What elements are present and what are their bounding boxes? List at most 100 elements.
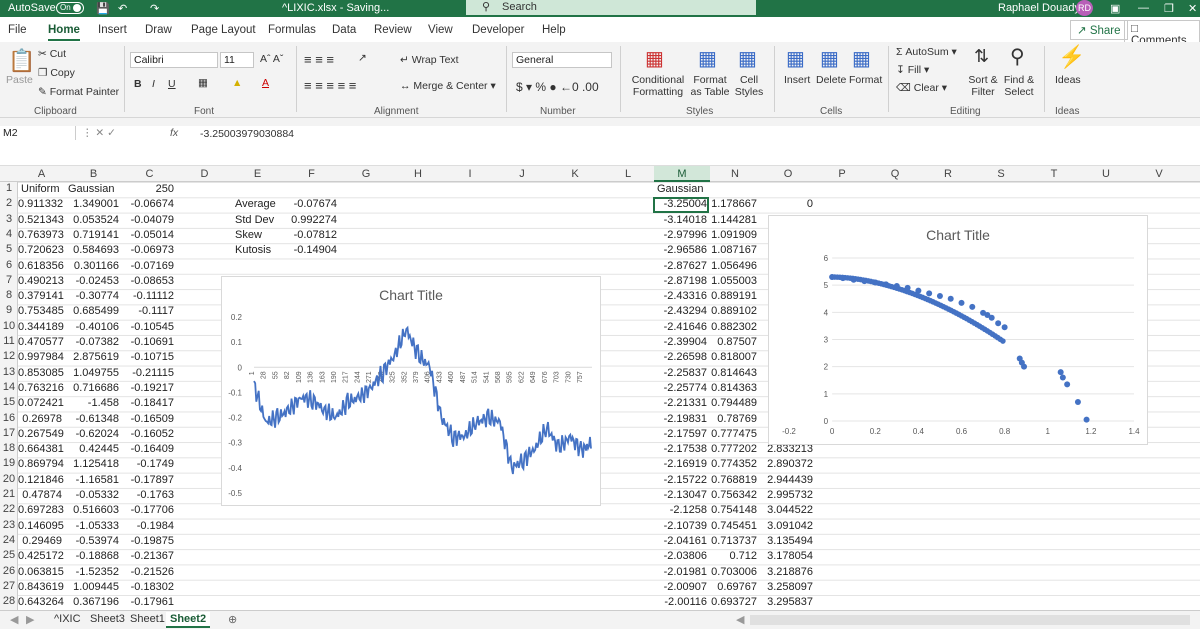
- cell-c23[interactable]: -0.1984: [122, 519, 174, 534]
- cell-b17[interactable]: -0.62024: [65, 427, 119, 442]
- format-as-table-button[interactable]: Format as Table: [688, 74, 732, 98]
- cell-m20[interactable]: -2.15722: [654, 473, 707, 488]
- cell-a21[interactable]: 0.47874: [18, 488, 62, 503]
- sort-filter-button[interactable]: Sort & Filter: [966, 74, 1000, 98]
- cell-m28[interactable]: -2.00116: [654, 595, 707, 610]
- cell-m14[interactable]: -2.25774: [654, 381, 707, 396]
- cell-b27[interactable]: 1.009445: [65, 580, 119, 595]
- cell-a10[interactable]: 0.344189: [18, 320, 64, 335]
- font-size-select[interactable]: 11: [220, 52, 254, 68]
- cut-button[interactable]: ✂ Cut: [38, 48, 66, 60]
- scroll-left-icon[interactable]: ◀: [6, 612, 22, 627]
- scroll-right-icon[interactable]: ▶: [22, 612, 38, 627]
- cell-f2[interactable]: -0.07674: [283, 197, 337, 212]
- tab-data[interactable]: Data: [332, 24, 356, 36]
- cell-c26[interactable]: -0.21526: [122, 565, 174, 580]
- cell-c24[interactable]: -0.19875: [122, 534, 174, 549]
- tab-file[interactable]: File: [8, 24, 27, 36]
- cell-b10[interactable]: -0.40106: [65, 320, 119, 335]
- fill-color-icon[interactable]: ▲: [232, 77, 242, 89]
- cell-b16[interactable]: -0.61348: [65, 412, 119, 427]
- cell-a24[interactable]: 0.29469: [18, 534, 62, 549]
- cell-f5[interactable]: -0.14904: [283, 243, 337, 258]
- cell-o28[interactable]: 3.295837: [760, 595, 813, 610]
- cell-a15[interactable]: 0.072421: [18, 396, 64, 411]
- align-top-icons[interactable]: ≡ ≡ ≡: [304, 52, 334, 67]
- cell-n13[interactable]: 0.814643: [710, 366, 757, 381]
- cell-n24[interactable]: 0.713737: [710, 534, 757, 549]
- cell-b3[interactable]: 0.053524: [65, 213, 119, 228]
- cell-c6[interactable]: -0.07169: [122, 259, 174, 274]
- number-format-select[interactable]: General: [512, 52, 612, 68]
- cell-m12[interactable]: -2.26598: [654, 350, 707, 365]
- column-header-b[interactable]: B: [65, 168, 122, 180]
- tab-view[interactable]: View: [428, 24, 453, 36]
- align-left-icons[interactable]: ≡ ≡ ≡ ≡ ≡: [304, 78, 356, 93]
- row-header-21[interactable]: 21: [0, 488, 18, 500]
- column-header-s[interactable]: S: [974, 168, 1028, 180]
- cell-m5[interactable]: -2.96586: [654, 243, 707, 258]
- clear-button[interactable]: ⌫ Clear ▾: [896, 82, 947, 94]
- cell-a25[interactable]: 0.425172: [18, 549, 64, 564]
- cell-o26[interactable]: 3.218876: [760, 565, 813, 580]
- cell-b14[interactable]: 0.716686: [65, 381, 119, 396]
- row-header-9[interactable]: 9: [0, 304, 18, 316]
- column-header-l[interactable]: L: [602, 168, 654, 180]
- cell-o23[interactable]: 3.091042: [760, 519, 813, 534]
- cell-o25[interactable]: 3.178054: [760, 549, 813, 564]
- cell-c12[interactable]: -0.10715: [122, 350, 174, 365]
- cell-b8[interactable]: -0.30774: [65, 289, 119, 304]
- row-header-3[interactable]: 3: [0, 213, 18, 225]
- cell-a13[interactable]: 0.853085: [18, 366, 64, 381]
- cell-a23[interactable]: 0.146095: [18, 519, 64, 534]
- cell-a4[interactable]: 0.763973: [18, 228, 64, 243]
- cell-b18[interactable]: 0.42445: [65, 442, 119, 457]
- cell-c22[interactable]: -0.17706: [122, 503, 174, 518]
- cell-m18[interactable]: -2.17538: [654, 442, 707, 457]
- ideas-button[interactable]: Ideas: [1055, 74, 1081, 86]
- cell-c15[interactable]: -0.18417: [122, 396, 174, 411]
- cell-n14[interactable]: 0.814363: [710, 381, 757, 396]
- tab-insert[interactable]: Insert: [98, 24, 127, 36]
- cell-m22[interactable]: -2.1258: [654, 503, 707, 518]
- column-header-e[interactable]: E: [232, 168, 283, 180]
- cell-b19[interactable]: 1.125418: [65, 457, 119, 472]
- cell-m23[interactable]: -2.10739: [654, 519, 707, 534]
- tab-review[interactable]: Review: [374, 24, 412, 36]
- column-header-c[interactable]: C: [122, 168, 177, 180]
- cell-a17[interactable]: 0.267549: [18, 427, 64, 442]
- row-header-10[interactable]: 10: [0, 320, 18, 332]
- cell-a3[interactable]: 0.521343: [18, 213, 64, 228]
- cell-b22[interactable]: 0.516603: [65, 503, 119, 518]
- column-header-h[interactable]: H: [392, 168, 444, 180]
- cell-e2[interactable]: Average: [235, 197, 283, 212]
- cell-a8[interactable]: 0.379141: [18, 289, 64, 304]
- cell-c18[interactable]: -0.16409: [122, 442, 174, 457]
- cell-a20[interactable]: 0.121846: [18, 473, 64, 488]
- cell-m10[interactable]: -2.41646: [654, 320, 707, 335]
- column-header-t[interactable]: T: [1028, 168, 1080, 180]
- cell-c9[interactable]: -0.1117: [122, 304, 174, 319]
- cell-b25[interactable]: -0.18868: [65, 549, 119, 564]
- row-header-4[interactable]: 4: [0, 228, 18, 240]
- cell-c14[interactable]: -0.19217: [122, 381, 174, 396]
- column-header-a[interactable]: A: [18, 168, 65, 180]
- row-header-1[interactable]: 1: [0, 182, 18, 194]
- cell-b24[interactable]: -0.53974: [65, 534, 119, 549]
- wrap-text-button[interactable]: ↵ Wrap Text: [400, 54, 459, 66]
- cell-n16[interactable]: 0.78769: [710, 412, 757, 427]
- cell-n12[interactable]: 0.818007: [710, 350, 757, 365]
- cell-b28[interactable]: 0.367196: [65, 595, 119, 610]
- column-header-d[interactable]: D: [177, 168, 232, 180]
- font-name-select[interactable]: Calibri: [130, 52, 218, 68]
- add-sheet-icon[interactable]: ⊕: [224, 612, 241, 627]
- row-header-7[interactable]: 7: [0, 274, 18, 286]
- cell-styles-button[interactable]: Cell Styles: [732, 74, 766, 98]
- cell-n7[interactable]: 1.055003: [710, 274, 757, 289]
- cell-n17[interactable]: 0.777475: [710, 427, 757, 442]
- cell-n25[interactable]: 0.712: [710, 549, 757, 564]
- cell-c13[interactable]: -0.21115: [122, 366, 174, 381]
- cell-n8[interactable]: 0.889191: [710, 289, 757, 304]
- cell-m13[interactable]: -2.25837: [654, 366, 707, 381]
- font-size-controls[interactable]: Aˆ Aˇ: [260, 53, 283, 65]
